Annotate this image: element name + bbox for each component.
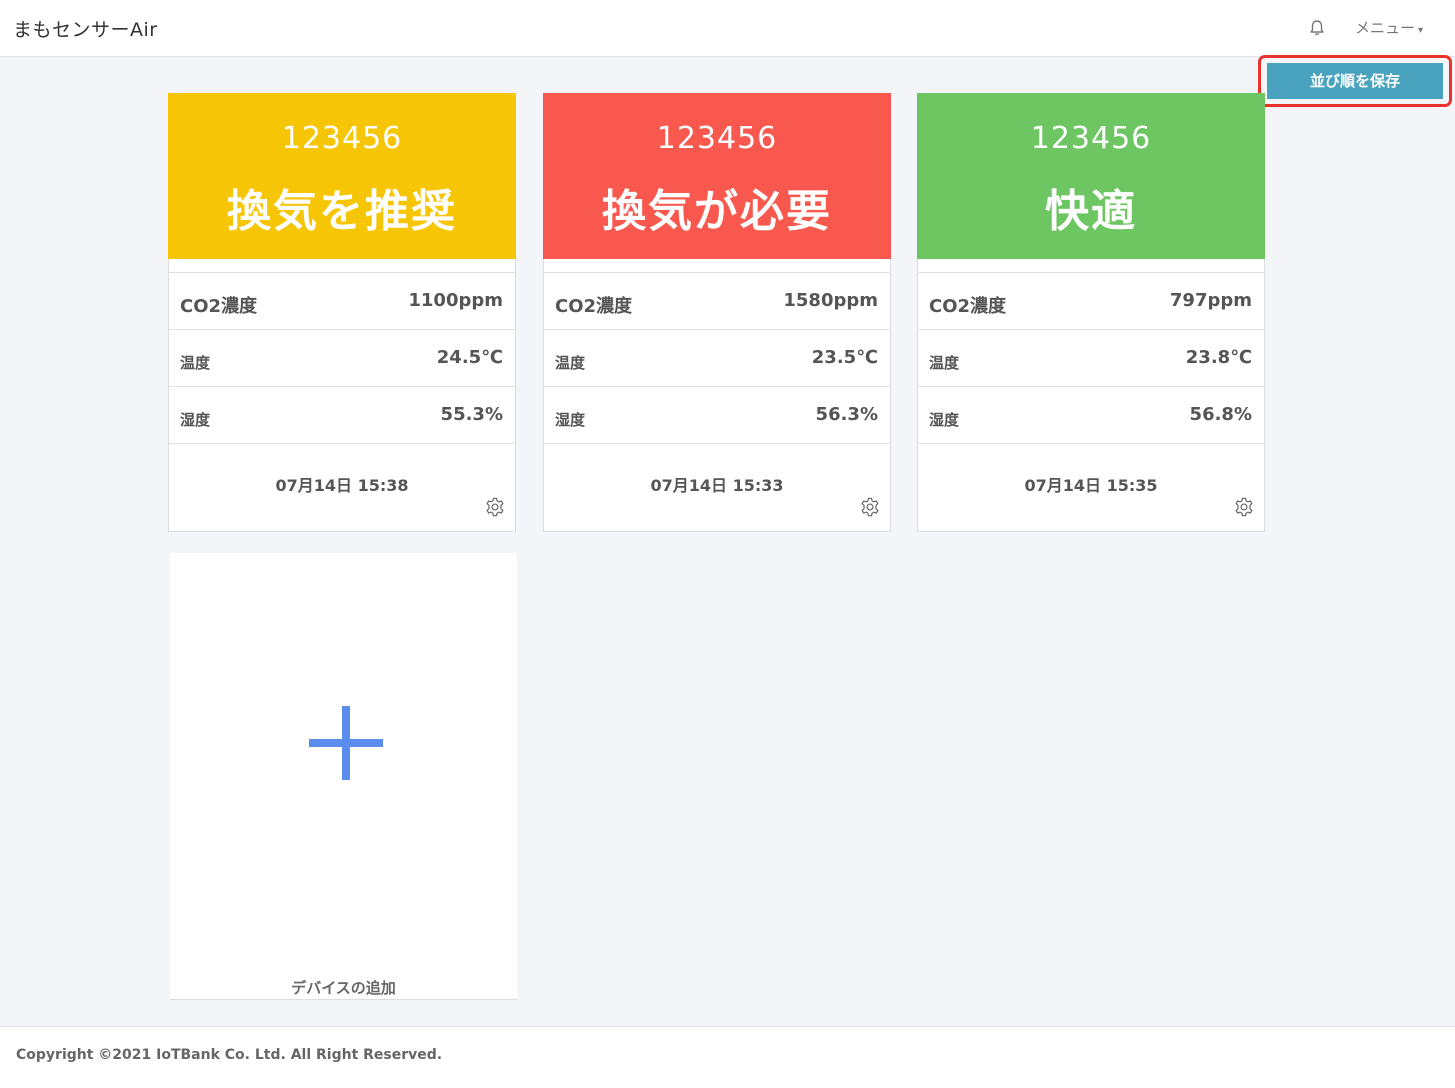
last-updated: 07月14日 15:35	[1024, 476, 1158, 495]
timestamp-row: 07月14日 15:38	[169, 443, 515, 532]
plus-icon[interactable]	[309, 706, 383, 780]
co2-label: CO2濃度	[929, 296, 1007, 317]
device-card[interactable]: 123456 換気を推奨 CO2濃度 1100ppm 温度 24.5℃ 湿度 5…	[168, 93, 516, 532]
device-id: 123456	[656, 121, 778, 156]
co2-row: CO2濃度 797ppm	[918, 272, 1264, 329]
temperature-value: 23.8℃	[1185, 347, 1252, 368]
timestamp-row: 07月14日 15:33	[544, 443, 890, 532]
humidity-label: 湿度	[929, 411, 960, 429]
temperature-row: 温度 23.5℃	[544, 329, 890, 386]
card-status-header: 123456 換気を推奨	[168, 93, 516, 259]
gear-icon[interactable]	[1233, 496, 1255, 518]
gear-icon[interactable]	[859, 496, 881, 518]
menu-label: メニュー	[1355, 19, 1416, 37]
humidity-row: 湿度 56.3%	[544, 386, 890, 443]
co2-row: CO2濃度 1580ppm	[544, 272, 890, 329]
app-brand[interactable]: まもセンサーAir	[13, 15, 158, 42]
add-device-label: デバイスの追加	[291, 979, 396, 997]
card-status-header: 123456 換気が必要	[543, 93, 891, 259]
device-card[interactable]: 123456 換気が必要 CO2濃度 1580ppm 温度 23.5℃ 湿度 5…	[543, 93, 891, 532]
page-footer: Copyright ©2021 IoTBank Co. Ltd. All Rig…	[0, 1026, 1455, 1088]
co2-value: 1580ppm	[783, 290, 878, 311]
device-id: 123456	[1030, 121, 1152, 156]
menu-dropdown[interactable]: メニュー ▾	[1355, 17, 1423, 38]
chevron-down-icon: ▾	[1418, 25, 1424, 36]
add-device-card[interactable]: デバイスの追加	[170, 553, 517, 1000]
last-updated: 07月14日 15:38	[275, 476, 409, 495]
co2-label: CO2濃度	[555, 296, 633, 317]
humidity-value: 56.3%	[815, 404, 878, 425]
top-navbar: まもセンサーAir メニュー ▾	[0, 0, 1455, 57]
gear-icon[interactable]	[484, 496, 506, 518]
save-order-button[interactable]: 並び順を保存	[1267, 63, 1443, 99]
temperature-value: 24.5℃	[436, 347, 503, 368]
humidity-value: 56.8%	[1189, 404, 1252, 425]
humidity-label: 湿度	[180, 411, 211, 429]
bell-icon[interactable]	[1307, 18, 1327, 38]
copyright-text: Copyright ©2021 IoTBank Co. Ltd. All Rig…	[16, 1047, 443, 1063]
temperature-label: 温度	[180, 354, 211, 372]
temperature-row: 温度 23.8℃	[918, 329, 1264, 386]
humidity-value: 55.3%	[440, 404, 503, 425]
timestamp-row: 07月14日 15:35	[918, 443, 1264, 532]
temperature-row: 温度 24.5℃	[169, 329, 515, 386]
last-updated: 07月14日 15:33	[650, 476, 784, 495]
ventilation-status: 快適	[1045, 186, 1137, 237]
ventilation-status: 換気を推奨	[227, 186, 457, 237]
co2-row: CO2濃度 1100ppm	[169, 272, 515, 329]
humidity-row: 湿度 56.8%	[918, 386, 1264, 443]
ventilation-status: 換気が必要	[602, 186, 832, 237]
co2-value: 797ppm	[1169, 290, 1252, 311]
co2-label: CO2濃度	[180, 296, 258, 317]
temperature-label: 温度	[555, 354, 586, 372]
card-status-header: 123456 快適	[917, 93, 1265, 259]
temperature-value: 23.5℃	[811, 347, 878, 368]
device-card[interactable]: 123456 快適 CO2濃度 797ppm 温度 23.8℃ 湿度 56.8%…	[917, 93, 1265, 532]
co2-value: 1100ppm	[408, 290, 503, 311]
humidity-label: 湿度	[555, 411, 586, 429]
device-id: 123456	[281, 121, 403, 156]
temperature-label: 温度	[929, 354, 960, 372]
humidity-row: 湿度 55.3%	[169, 386, 515, 443]
